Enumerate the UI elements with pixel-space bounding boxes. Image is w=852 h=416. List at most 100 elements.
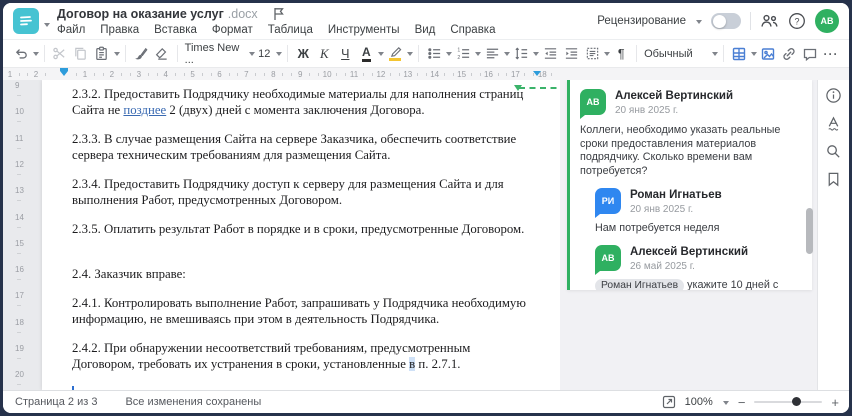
- comment-reply[interactable]: АВ Алексей Вертинский 26 май 2025 г. Роман …: [595, 244, 802, 290]
- undo-button[interactable]: [11, 43, 31, 65]
- insert-comment-button[interactable]: [800, 43, 820, 65]
- insert-link-button[interactable]: [779, 43, 799, 65]
- copy-button[interactable]: [71, 43, 91, 65]
- undo-caret-icon[interactable]: [33, 52, 39, 59]
- menu-item-6[interactable]: Вид: [415, 24, 436, 36]
- logo-menu-caret-icon[interactable]: [44, 23, 50, 30]
- font-size-caret-icon[interactable]: [276, 52, 283, 59]
- ruler-number: 1: [7, 70, 13, 79]
- insert-image-button[interactable]: [758, 43, 778, 65]
- comments-scrollbar[interactable]: [806, 208, 813, 254]
- font-size-select[interactable]: 12: [256, 48, 274, 60]
- page-indicator[interactable]: Страница 2 из 3: [15, 396, 97, 408]
- save-status: Все изменения сохранены: [125, 396, 262, 408]
- menu-item-4[interactable]: Таблица: [268, 24, 313, 36]
- increase-indent-button[interactable]: [561, 43, 581, 65]
- ruler-number: 13: [403, 70, 413, 79]
- paragraph-settings-caret-icon[interactable]: [604, 52, 611, 59]
- zoom-in-button[interactable]: +: [831, 396, 839, 409]
- document-page[interactable]: 2.3.2. Предоставить Подрядчику необходим…: [42, 80, 560, 390]
- decrease-indent-button[interactable]: [540, 43, 560, 65]
- font-family-caret-icon[interactable]: [249, 52, 256, 59]
- paragraph[interactable]: 2.3.3. В случае размещения Сайта на серв…: [72, 132, 534, 163]
- insert-table-caret-icon[interactable]: [751, 52, 757, 59]
- review-caret-icon[interactable]: [696, 19, 702, 27]
- align-button[interactable]: [482, 43, 502, 65]
- menu-item-0[interactable]: Файл: [57, 24, 85, 36]
- highlight-color-button[interactable]: [385, 43, 405, 65]
- menu-item-1[interactable]: Правка: [100, 24, 139, 36]
- zoom-caret-icon[interactable]: [722, 400, 729, 408]
- comment-author-avatar: РИ: [595, 188, 621, 218]
- zoom-out-button[interactable]: −: [738, 396, 746, 409]
- spellcheck-icon[interactable]: [825, 115, 842, 132]
- zoom-level[interactable]: 100%: [685, 396, 713, 408]
- numbered-list-caret-icon[interactable]: [475, 52, 482, 59]
- highlight-color-caret-icon[interactable]: [407, 52, 414, 59]
- menu-item-2[interactable]: Вставка: [154, 24, 197, 36]
- comment-reply[interactable]: РИ Роман Игнатьев 20 янв 2025 г. Нам потреб…: [595, 188, 802, 236]
- format-painter-button[interactable]: [131, 43, 151, 65]
- paragraph[interactable]: 2.4. Заказчик вправе:: [72, 267, 534, 283]
- divider: [723, 45, 724, 62]
- vertical-ruler[interactable]: 9 10 11 12 13 14 15 16 17 18 19 20: [3, 80, 39, 390]
- help-icon[interactable]: ?: [788, 12, 806, 30]
- paragraph[interactable]: 2.3.2. Предоставить Подрядчику необходим…: [72, 87, 534, 118]
- paragraph-style-caret-icon[interactable]: [712, 52, 719, 59]
- cut-button[interactable]: [50, 43, 70, 65]
- zoom-slider-handle[interactable]: [791, 397, 801, 406]
- ruler-number: 10: [15, 107, 24, 117]
- clear-format-eraser-button[interactable]: [152, 43, 172, 65]
- review-mode-label[interactable]: Рецензирование: [597, 15, 686, 27]
- menu-item-5[interactable]: Инструменты: [328, 24, 400, 36]
- show-paragraph-marks-button[interactable]: ¶: [611, 43, 631, 65]
- ruler-number: 15: [457, 70, 467, 79]
- mention-chip[interactable]: Роман Игнатьев: [595, 278, 685, 290]
- user-avatar[interactable]: АВ: [815, 9, 839, 33]
- paragraph[interactable]: 2.4.2. При обнаружении несоответствий тр…: [72, 341, 534, 372]
- editor-window: Договор на оказание услуг .docx Файл Правк…: [3, 3, 849, 413]
- document-info-icon[interactable]: [825, 87, 842, 104]
- comment-thread[interactable]: АВ Алексей Вертинский 20 янв 2025 г. Коллег…: [567, 80, 812, 290]
- paragraph-settings-button[interactable]: [582, 43, 602, 65]
- comment[interactable]: АВ Алексей Вертинский 20 янв 2025 г. Коллег…: [580, 89, 802, 178]
- paragraph-style-select[interactable]: Обычный: [642, 48, 710, 60]
- line-spacing-caret-icon[interactable]: [533, 52, 540, 59]
- underline-button[interactable]: Ч: [335, 43, 355, 65]
- font-color-button[interactable]: А: [356, 43, 376, 65]
- bullet-list-caret-icon[interactable]: [446, 52, 453, 59]
- more-tools-button[interactable]: ···: [821, 43, 841, 65]
- numbered-list-button[interactable]: 12: [453, 43, 473, 65]
- paste-button[interactable]: [92, 43, 112, 65]
- menu-bar: Файл Правка Вставка Формат Таблица Инструмент…: [57, 24, 496, 36]
- fit-page-icon[interactable]: [662, 395, 676, 409]
- ruler-number: 9: [297, 70, 303, 79]
- ruler-number: 20: [15, 370, 24, 380]
- line-spacing-button[interactable]: [511, 43, 531, 65]
- review-toggle[interactable]: [711, 13, 741, 29]
- app-logo-icon[interactable]: [13, 8, 39, 34]
- favorite-flag-icon[interactable]: [272, 7, 285, 21]
- font-family-select[interactable]: Times New ...: [183, 42, 247, 66]
- search-icon[interactable]: [825, 143, 842, 160]
- menu-item-7[interactable]: Справка: [450, 24, 495, 36]
- paste-caret-icon[interactable]: [113, 52, 120, 59]
- paragraph[interactable]: 2.4.1. Контролировать выполнение Работ, …: [72, 296, 534, 327]
- comments-panel: АВ Алексей Вертинский 20 янв 2025 г. Коллег…: [560, 80, 817, 390]
- bullet-list-button[interactable]: [424, 43, 444, 65]
- menu-item-3[interactable]: Формат: [212, 24, 253, 36]
- indent-marker[interactable]: [60, 68, 68, 80]
- bold-button[interactable]: Ж: [293, 43, 313, 65]
- font-color-caret-icon[interactable]: [378, 52, 385, 59]
- paragraph[interactable]: 2.3.4. Предоставить Подрядчику доступ к …: [72, 177, 534, 208]
- paragraph[interactable]: 2.3.5. Оплатить результат Работ в порядк…: [72, 222, 534, 238]
- italic-button[interactable]: К: [314, 43, 334, 65]
- bookmark-icon[interactable]: [825, 171, 842, 188]
- zoom-slider[interactable]: [754, 397, 823, 406]
- collaboration-users-icon[interactable]: [760, 13, 779, 29]
- indent-marker[interactable]: [533, 71, 541, 80]
- comment-author-avatar: АВ: [580, 89, 606, 119]
- insert-table-button[interactable]: [729, 43, 749, 65]
- align-caret-icon[interactable]: [504, 52, 511, 59]
- horizontal-ruler[interactable]: 2 1 1 2 3 4 5 6 7 8 9 10 11 12 13 14 15 16 17 18: [3, 67, 849, 80]
